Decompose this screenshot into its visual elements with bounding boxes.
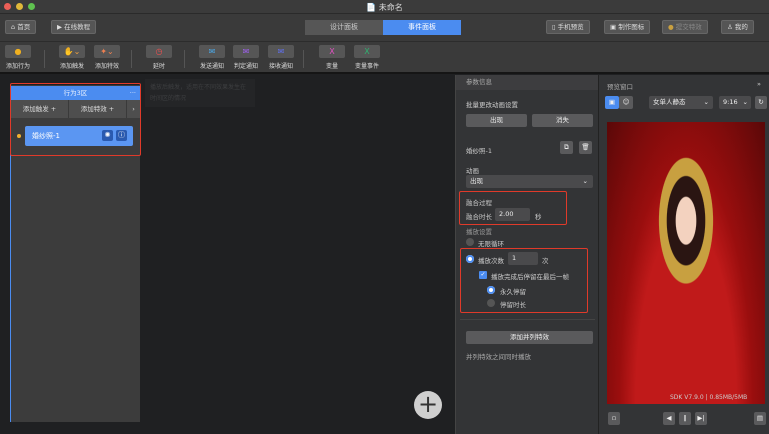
timer-icon: ◷ [146,45,172,58]
disappear-button[interactable]: 消失 [532,114,593,127]
animation-value: 出现 [470,177,483,185]
image-mode-icon[interactable]: ▣ [605,96,619,109]
preview-header: 预览窗口 [607,83,633,91]
variable-icon: X [319,45,345,58]
add-effect-tool[interactable]: ✦⌄ 添加特效 [92,45,122,70]
judge-notice-icon: ✉ [233,45,259,58]
judge-notice-tool[interactable]: ✉ 判定通知 [231,45,261,70]
model-value: 女单人静态 [653,98,686,106]
send-notice-icon: ✉ [199,45,225,58]
variable-tool[interactable]: X 变量 [317,45,347,70]
highlight-box [10,83,141,156]
home-button[interactable]: ⌂ 首页 [5,20,37,34]
appear-button[interactable]: 出现 [466,114,527,127]
divider [131,50,132,68]
tool-label: 延时 [152,63,165,70]
tab-event-panel[interactable]: 事件面板 [383,20,461,35]
copy-icon[interactable]: ⧉ [560,141,573,154]
receive-notice-icon: ✉ [268,45,294,58]
window-title-text: 未命名 [378,3,403,12]
add-trigger-tool[interactable]: ✋⌄ 添加触发 [57,45,87,70]
file-icon[interactable]: ▤ [754,412,766,425]
plus-circle-icon: ● [5,45,31,58]
add-button[interactable]: + [414,391,442,419]
submit-label: 提交特效 [675,23,702,31]
parallel-hint: 并列特效之间同时播放 [466,353,531,361]
add-parallel-effect-button[interactable]: 添加并列特效 [466,331,593,344]
receive-notice-tool[interactable]: ✉ 接收通知 [266,45,296,70]
mine-label: 我的 [734,23,748,31]
tab-design-panel[interactable]: 设计面板 [305,20,383,35]
phone-preview-button[interactable]: ▯ 手机预览 [546,20,590,34]
phone-preview-label: 手机预览 [557,23,584,31]
face-mode-icon[interactable]: ☺ [619,96,633,109]
magic-wand-icon: ✦⌄ [94,45,120,58]
top-bar: ⌂ 首页 ▶ 在线教程 设计面板 事件面板 ▯ 手机预览 ▣ 制作图标 ● 提交… [0,14,769,42]
variable-event-icon: X [354,45,380,58]
user-icon: ♙ [727,23,733,31]
panel-tabs: 设计面板 事件面板 [305,20,461,35]
home-icon: ⌂ [11,23,16,31]
tool-label: 添加特效 [94,63,119,70]
item-name: 婚纱照-1 [466,147,492,155]
add-behavior-tool[interactable]: ● 添加行为 [3,45,33,70]
window-title: 📄 未命名 [366,3,403,12]
ratio-select[interactable]: 9:16 ⌄ [719,96,751,109]
sdk-info: SDK V7.9.0 | 0.85MB/5MB [670,394,748,401]
mine-button[interactable]: ♙ 我的 [721,20,754,34]
phone-icon: ▯ [552,23,556,31]
variable-event-tool[interactable]: X 变量事件 [352,45,382,70]
properties-panel: 参数信息 批量更改动画设置 出现 消失 婚纱照-1 ⧉ 🗑 动画 出现 ⌄ 融合过… [455,75,599,434]
refresh-icon[interactable]: ↻ [755,96,767,109]
play-icon: ▶ [57,23,62,31]
delay-tool[interactable]: ◷ 延时 [144,45,174,70]
tool-label: 添加行为 [5,63,30,70]
step-forward-icon[interactable]: ▶| [695,412,707,425]
hand-icon: ✋⌄ [59,45,85,58]
tutorial-button[interactable]: ▶ 在线教程 [51,20,97,34]
play-settings-label: 播放设置 [466,228,492,236]
model-select[interactable]: 女单人静态 ⌄ [649,96,713,109]
submit-effect-button[interactable]: ● 提交特效 [662,20,708,34]
tool-label: 变量事件 [354,63,379,70]
tool-label: 添加触发 [59,63,84,70]
ratio-value: 9:16 [723,98,738,106]
step-back-icon[interactable]: ◀ [663,412,675,425]
divider [184,50,185,68]
highlight-box [460,248,588,313]
batch-label: 批量更改动画设置 [466,101,518,109]
infinite-loop-radio[interactable] [466,238,474,246]
tutorial-label: 在线教程 [64,23,91,31]
tool-label: 变量 [325,63,338,70]
animation-label: 动画 [466,167,479,175]
chevron-down-icon: ⌄ [742,98,748,106]
tool-label: 发送通知 [199,63,224,70]
chevron-down-icon: ⌄ [582,177,588,185]
collapse-icon[interactable]: » [757,80,761,88]
tool-label: 接收通知 [268,63,293,70]
delete-icon[interactable]: 🗑 [579,141,592,154]
make-icon-label: 制作图标 [618,23,645,31]
divider [460,319,595,320]
pause-icon[interactable]: ‖ [679,412,691,425]
animation-select[interactable]: 出现 ⌄ [466,175,593,188]
send-notice-tool[interactable]: ✉ 发送通知 [197,45,227,70]
preview-image [607,122,765,404]
image-icon: ▣ [610,23,617,31]
tool-label: 判定通知 [233,63,258,70]
screenshot-icon[interactable]: ▫ [608,412,620,425]
highlight-box [459,191,567,225]
title-bar: 📄 未命名 [0,0,769,14]
tool-row: ● 添加行为 ✋⌄ 添加触发 ✦⌄ 添加特效 ◷ 延时 ✉ 发送通知 ✉ 判定通知 ✉ 接收通… [0,42,769,74]
chevron-down-icon: ⌄ [703,98,709,106]
tooltip: 播放后触发，适用在不同效果发生在时间区的情况 [145,79,255,107]
divider [44,50,45,68]
props-header: 参数信息 [456,75,599,90]
home-label: 首页 [17,23,31,31]
divider [303,50,304,68]
infinite-loop-label: 无限循环 [478,240,504,248]
make-icon-button[interactable]: ▣ 制作图标 [604,20,651,34]
coin-icon: ● [668,23,674,31]
